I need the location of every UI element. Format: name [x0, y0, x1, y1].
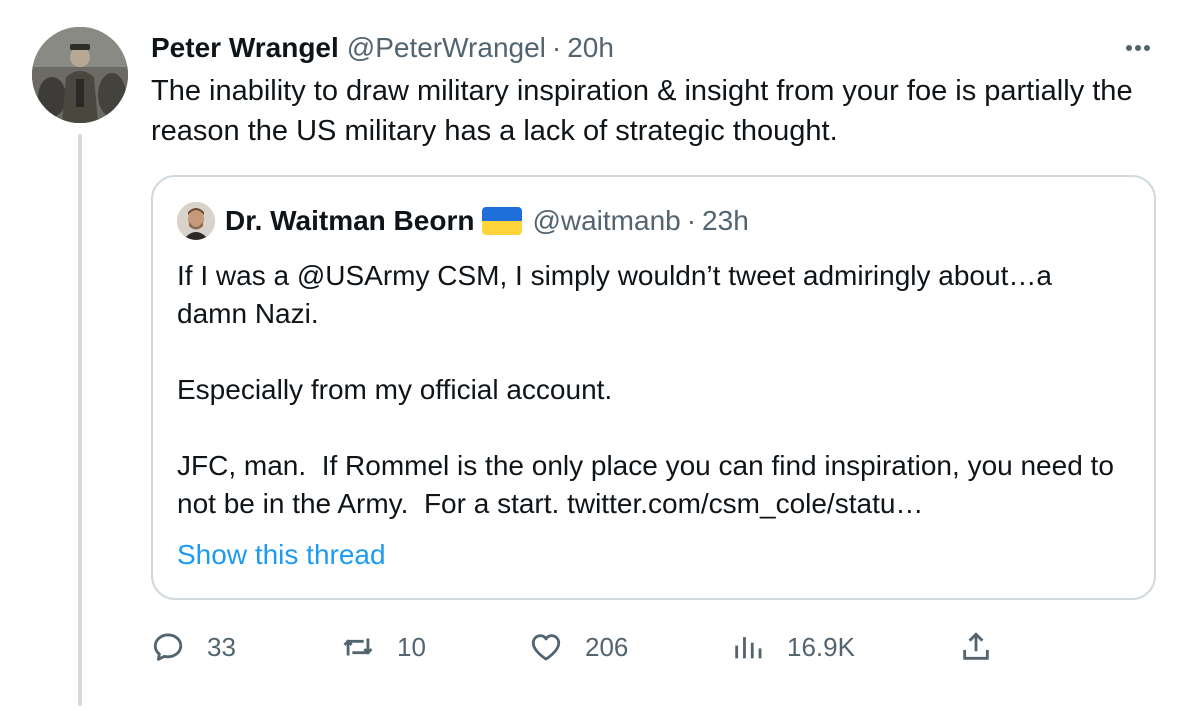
action-bar: 33 10 206 16.9K	[151, 625, 1011, 669]
author-handle[interactable]: @PeterWrangel	[347, 32, 546, 64]
retweet-icon	[343, 638, 373, 656]
quoted-author-name[interactable]: Dr. Waitman Beorn	[225, 205, 474, 237]
author-avatar[interactable]	[32, 27, 128, 123]
quoted-tweet-header: Dr. Waitman Beorn @waitmanb · 23h	[177, 201, 749, 241]
author-name[interactable]: Peter Wrangel	[151, 32, 339, 64]
retweet-button[interactable]: 10	[341, 625, 426, 669]
like-count: 206	[585, 631, 629, 662]
views-button[interactable]: 16.9K	[731, 625, 855, 669]
tweet-time[interactable]: 20h	[567, 32, 614, 64]
quoted-author-handle[interactable]: @waitmanb	[532, 205, 680, 237]
avatar-photo	[32, 27, 128, 123]
like-icon	[531, 634, 561, 661]
ukraine-flag-icon	[482, 207, 523, 235]
quoted-author-avatar[interactable]	[177, 202, 215, 240]
separator: ·	[551, 32, 562, 63]
quoted-avatar-photo	[177, 202, 215, 240]
share-button[interactable]	[959, 625, 993, 669]
more-icon[interactable]	[1118, 36, 1158, 60]
show-thread-link[interactable]: Show this thread	[177, 539, 386, 571]
tweet-text: The inability to draw military inspirati…	[151, 75, 1133, 147]
quoted-separator: ·	[686, 205, 697, 236]
thread-line	[78, 134, 82, 706]
quoted-tweet-time[interactable]: 23h	[702, 205, 749, 237]
reply-count: 33	[207, 631, 236, 662]
share-icon	[963, 632, 989, 660]
quoted-tweet-text: If I was a @USArmy CSM, I simply wouldn’…	[177, 260, 1114, 519]
reply-button[interactable]: 33	[151, 625, 236, 669]
tweet-header: Peter Wrangel @PeterWrangel · 20h	[151, 28, 614, 68]
quoted-tweet-card[interactable]: Dr. Waitman Beorn @waitmanb · 23h If I w…	[151, 175, 1156, 600]
like-button[interactable]: 206	[529, 625, 628, 669]
retweet-count: 10	[397, 631, 426, 662]
views-count: 16.9K	[787, 631, 855, 662]
reply-icon	[153, 633, 183, 661]
views-icon	[735, 637, 762, 659]
